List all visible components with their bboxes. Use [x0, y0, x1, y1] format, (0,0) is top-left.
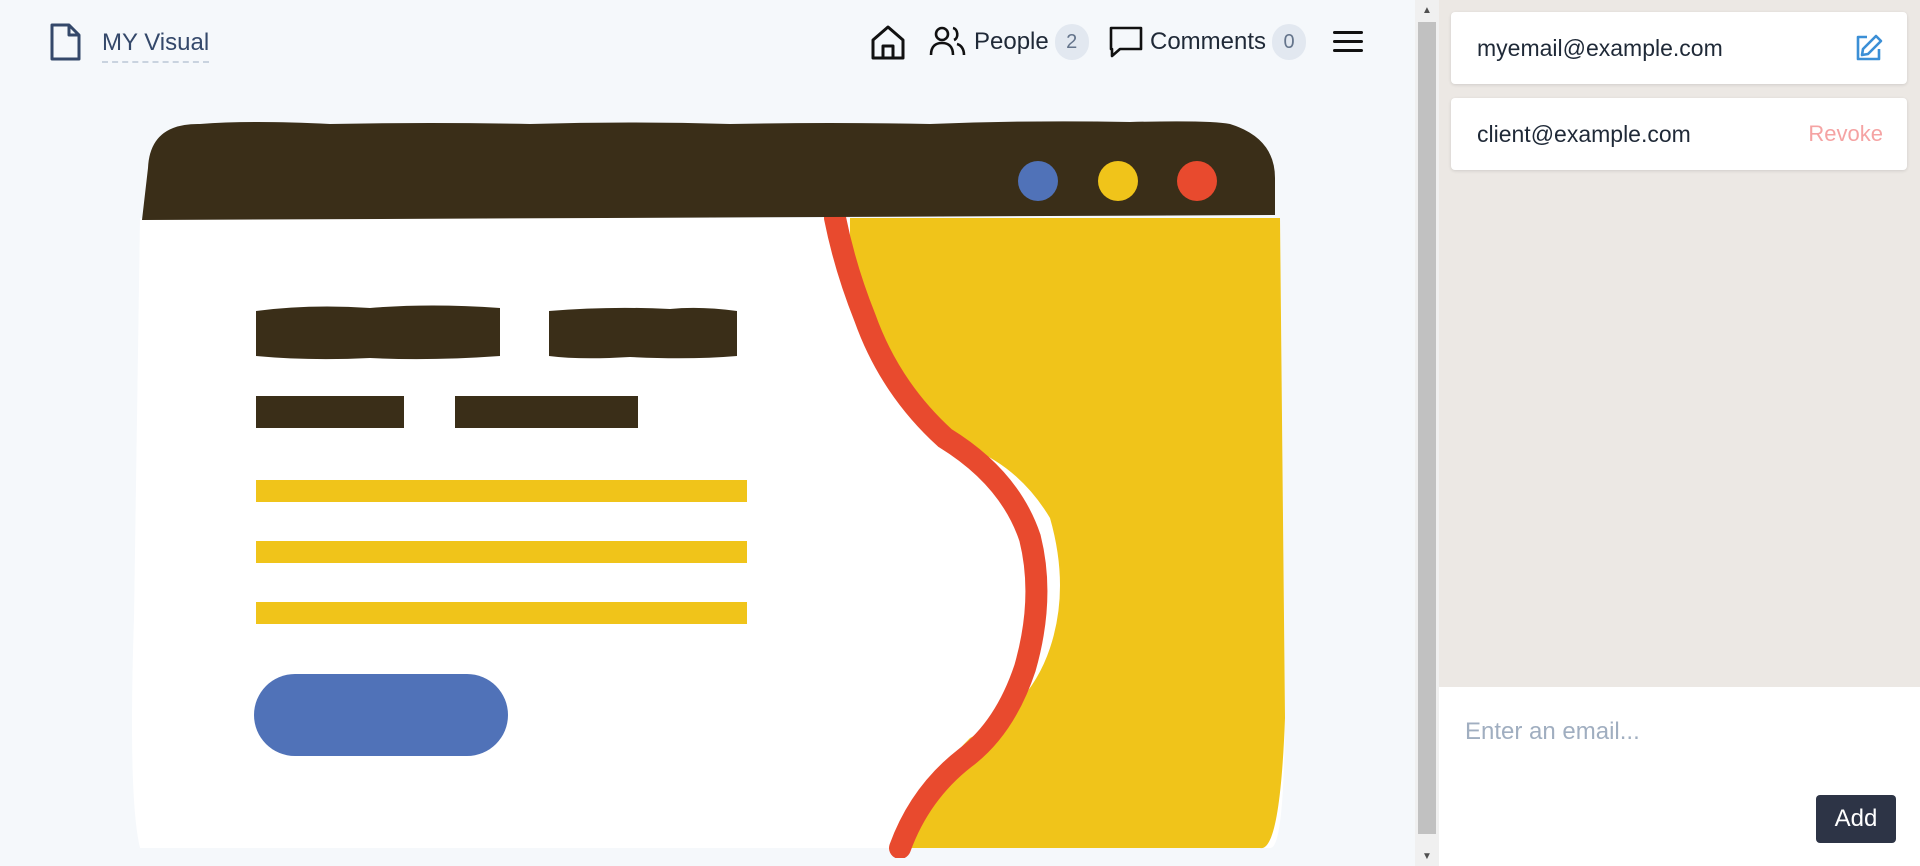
illustration-dot-yellow	[1098, 161, 1138, 201]
file-icon	[50, 23, 81, 61]
illustration-dot-red	[1177, 161, 1217, 201]
scroll-down-arrow-icon[interactable]: ▼	[1415, 846, 1439, 866]
people-icon	[929, 26, 966, 56]
email-input[interactable]	[1463, 711, 1897, 753]
illustration-yellow-line-2	[256, 541, 747, 563]
comments-count-badge: 0	[1272, 24, 1307, 60]
comment-icon	[1109, 26, 1143, 58]
illustration-yellow-line-1	[256, 480, 747, 502]
illustration-dot-blue	[1018, 161, 1058, 201]
illustration-text-block-1	[256, 396, 404, 428]
comments-button[interactable]: Comments 0	[1108, 22, 1307, 62]
illustration-button-shape	[254, 674, 508, 756]
vertical-scrollbar[interactable]: ▲ ▼	[1415, 0, 1439, 866]
main-area: MY Visual People 2 Comments 0	[0, 0, 1415, 866]
member-email: client@example.com	[1477, 120, 1691, 147]
scrollbar-thumb[interactable]	[1418, 22, 1436, 834]
illustration-heading-block-1	[256, 305, 500, 360]
people-label: People	[974, 28, 1049, 55]
member-card: client@example.com Revoke	[1451, 98, 1907, 170]
people-count-badge: 2	[1054, 24, 1089, 60]
add-email-area: Add	[1439, 687, 1920, 866]
illustration-yellow-line-3	[256, 602, 747, 624]
scroll-up-arrow-icon[interactable]: ▲	[1415, 0, 1439, 20]
add-button[interactable]: Add	[1816, 795, 1896, 843]
comments-label: Comments	[1150, 28, 1267, 55]
owner-email: myemail@example.com	[1477, 34, 1723, 61]
owner-card: myemail@example.com	[1451, 12, 1907, 84]
website-illustration	[132, 121, 1285, 858]
sharing-panel: myemail@example.com client@example.com R…	[1439, 0, 1920, 866]
hamburger-menu-icon[interactable]	[1330, 24, 1366, 60]
people-button[interactable]: People 2	[928, 22, 1089, 62]
document-title[interactable]: MY Visual	[102, 28, 210, 63]
illustration-text-block-2	[455, 396, 638, 428]
edit-icon[interactable]	[1853, 33, 1883, 63]
top-bar: MY Visual People 2 Comments 0	[0, 0, 1415, 86]
illustration-heading-block-2	[549, 307, 737, 359]
revoke-button[interactable]: Revoke	[1808, 121, 1883, 147]
home-icon[interactable]	[868, 22, 908, 62]
